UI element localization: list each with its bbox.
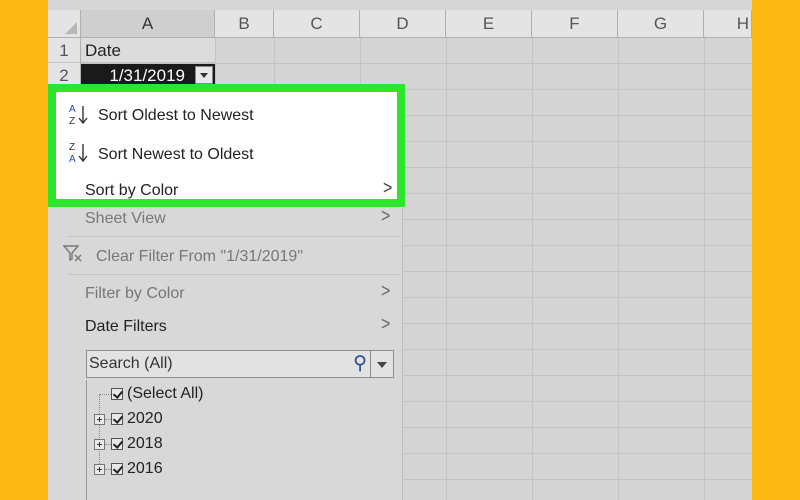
clear-filter-icon (62, 245, 82, 262)
search-input[interactable]: Search (All) ⚲ (86, 350, 394, 378)
spreadsheet-window: A B C D E F G H 1 2 Date 1/31/2019 Sheet… (48, 0, 752, 500)
column-header-g[interactable]: G (618, 10, 704, 38)
svg-text:Z: Z (69, 142, 75, 153)
checkbox-icon[interactable] (111, 388, 123, 400)
search-dropdown-button[interactable] (370, 351, 393, 377)
tree-item-2018[interactable]: 2018 (127, 435, 163, 453)
chevron-right-icon: > (381, 206, 391, 227)
tree-item-2016[interactable]: 2016 (127, 460, 163, 478)
tree-item-select-all[interactable]: (Select All) (127, 385, 203, 403)
menu-item-date-filters[interactable]: Date Filters (85, 318, 167, 336)
svg-text:A: A (69, 154, 76, 164)
menu-item-filter-by-color[interactable]: Filter by Color (85, 285, 185, 303)
menu-item-sheet-view[interactable]: Sheet View (85, 210, 166, 228)
sort-oldest-to-newest[interactable]: Sort Oldest to Newest (98, 107, 254, 125)
expand-icon[interactable] (94, 439, 105, 450)
chevron-right-icon: > (381, 281, 391, 302)
sort-descending-icon: Z A (69, 142, 88, 164)
sort-newest-to-oldest[interactable]: Sort Newest to Oldest (98, 146, 254, 164)
select-all-corner[interactable] (48, 10, 81, 38)
expand-icon[interactable] (94, 414, 105, 425)
sort-by-color[interactable]: Sort by Color (85, 182, 178, 200)
column-header-a[interactable]: A (81, 10, 215, 38)
sort-ascending-icon: A Z (69, 104, 88, 126)
expand-icon[interactable] (94, 464, 105, 475)
column-header-h[interactable]: H (704, 10, 752, 38)
search-icon[interactable]: ⚲ (353, 352, 367, 375)
column-header-f[interactable]: F (532, 10, 618, 38)
column-header-e[interactable]: E (446, 10, 532, 38)
menu-item-clear-filter[interactable]: Clear Filter From "1/31/2019" (96, 248, 303, 266)
filter-dropdown-button[interactable] (195, 66, 213, 84)
column-header-d[interactable]: D (360, 10, 446, 38)
column-header-b[interactable]: B (215, 10, 274, 38)
search-placeholder: Search (All) (89, 355, 173, 372)
chevron-right-icon: > (381, 314, 391, 335)
checkbox-icon[interactable] (111, 463, 123, 475)
sort-options-highlight: A Z Sort Oldest to Newest Z A Sort Newes… (48, 84, 405, 207)
checkbox-icon[interactable] (111, 413, 123, 425)
svg-text:Z: Z (69, 116, 75, 126)
row-header-1[interactable]: 1 (48, 38, 81, 63)
chevron-right-icon: > (383, 178, 393, 199)
column-header-c[interactable]: C (274, 10, 360, 38)
cell-a1[interactable]: Date (81, 38, 215, 63)
svg-text:A: A (69, 104, 76, 115)
tree-item-2020[interactable]: 2020 (127, 410, 163, 428)
chevron-down-icon (377, 362, 387, 368)
checkbox-icon[interactable] (111, 438, 123, 450)
chevron-down-icon (200, 73, 208, 78)
filter-value-tree: (Select All) 2020 2018 2016 (86, 380, 395, 500)
